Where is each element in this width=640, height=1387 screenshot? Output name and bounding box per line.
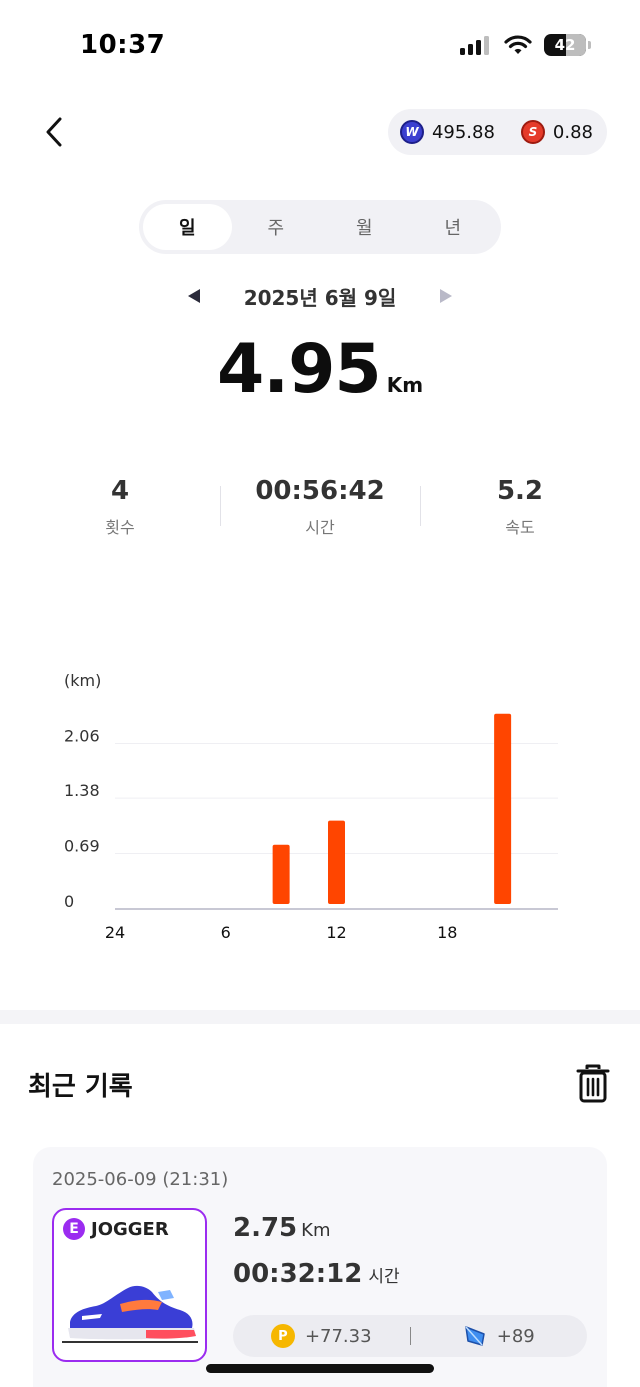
- w-balance: 495.88: [431, 121, 495, 143]
- recent-records-title: 최근 기록: [28, 1072, 133, 1102]
- hourly-distance-chart: (km) 2.06 1.38 0.69 0 24 6 12 18: [64, 671, 558, 942]
- y-tick-label: 0.69: [64, 837, 100, 856]
- x-tick-label: 12: [326, 923, 346, 942]
- triangle-left-icon: [188, 289, 200, 303]
- sneaker-image: [62, 1285, 198, 1343]
- status-time: 10:37: [80, 30, 166, 60]
- stat-time-label: 시간: [305, 518, 335, 537]
- chart-bar: [328, 820, 345, 904]
- chevron-left-icon: [46, 117, 62, 147]
- stat-count: 4 횟수: [20, 476, 220, 540]
- shoe-name: JOGGER: [91, 1218, 169, 1240]
- chart-bar: [494, 713, 512, 904]
- triangle-right-icon: [440, 289, 452, 303]
- trash-icon: [576, 1064, 610, 1103]
- record-distance-value: 2.75: [233, 1213, 298, 1243]
- home-indicator[interactable]: [206, 1364, 434, 1373]
- tab-year[interactable]: 년: [409, 204, 498, 250]
- x-tick-label: 24: [105, 923, 125, 942]
- shoe-card: E JOGGER: [52, 1208, 207, 1362]
- y-tick-label: 0: [64, 892, 74, 911]
- point-coin-icon: P: [270, 1324, 295, 1348]
- x-tick-label: 6: [221, 923, 231, 942]
- period-tabs: 일 주 월 년: [139, 200, 501, 254]
- y-tick-label: 1.38: [64, 781, 100, 800]
- status-bar: 10:37 42: [0, 0, 640, 90]
- shoe-grade-badge: E: [63, 1218, 85, 1240]
- next-date-button[interactable]: [432, 282, 460, 310]
- y-axis-label: (km): [64, 671, 101, 690]
- chart-bar: [272, 844, 290, 904]
- wifi-icon: [504, 35, 532, 54]
- back-button[interactable]: [34, 112, 74, 152]
- stat-count-label: 횟수: [105, 518, 135, 537]
- points-reward: P +77.33: [233, 1324, 410, 1348]
- stat-speed: 5.2 속도: [420, 476, 620, 540]
- energy-value: +89: [496, 1325, 535, 1347]
- battery-indicator: 42: [544, 34, 591, 56]
- x-tick-label: 18: [437, 923, 457, 942]
- record-datetime: 2025-06-09 (21:31): [52, 1169, 229, 1190]
- s-coin-icon: S: [520, 120, 545, 144]
- stat-speed-value: 5.2: [496, 476, 544, 506]
- prev-date-button[interactable]: [180, 282, 208, 310]
- stat-speed-label: 속도: [505, 518, 535, 537]
- shoe-badge: E JOGGER: [63, 1218, 169, 1240]
- record-distance-unit: Km: [301, 1220, 331, 1241]
- record-time-unit: 시간: [368, 1267, 400, 1287]
- signal-icon: [460, 36, 489, 55]
- y-tick-label: 2.06: [64, 726, 100, 745]
- section-separator: [0, 1010, 640, 1024]
- record-time-value: 00:32:12: [233, 1259, 363, 1289]
- total-distance-unit: Km: [386, 373, 424, 397]
- energy-crystal-icon: [465, 1326, 485, 1346]
- total-distance: 4.95 Km: [0, 330, 640, 409]
- s-balance: 0.88: [552, 121, 593, 143]
- delete-button[interactable]: [574, 1064, 612, 1104]
- stats-row: 4 횟수 00:56:42 시간 5.2 속도: [20, 476, 620, 540]
- w-coin-icon: W: [399, 120, 424, 144]
- stat-count-value: 4: [110, 476, 130, 506]
- record-time: 00:32:12 시간: [233, 1259, 400, 1289]
- date-label: 2025년 6월 9일: [243, 286, 397, 310]
- record-distance: 2.75 Km: [233, 1213, 331, 1243]
- points-value: +77.33: [304, 1325, 372, 1347]
- stat-time: 00:56:42 시간: [220, 476, 420, 540]
- wallet-balance[interactable]: W 495.88 S 0.88: [387, 109, 607, 155]
- stat-time-value: 00:56:42: [255, 476, 385, 506]
- tab-month[interactable]: 월: [320, 204, 409, 250]
- tab-day[interactable]: 일: [143, 204, 232, 250]
- status-icons: 42: [460, 34, 591, 56]
- record-card[interactable]: 2025-06-09 (21:31) E JOGGER 2.75 Km 00:32…: [33, 1147, 607, 1387]
- date-navigator: 2025년 6월 9일: [0, 278, 640, 314]
- rewards-bar: P +77.33 +89: [233, 1315, 587, 1357]
- energy-reward: +89: [411, 1324, 588, 1348]
- tab-week[interactable]: 주: [232, 204, 321, 250]
- battery-level: 42: [554, 36, 576, 54]
- total-distance-value: 4.95: [216, 330, 382, 409]
